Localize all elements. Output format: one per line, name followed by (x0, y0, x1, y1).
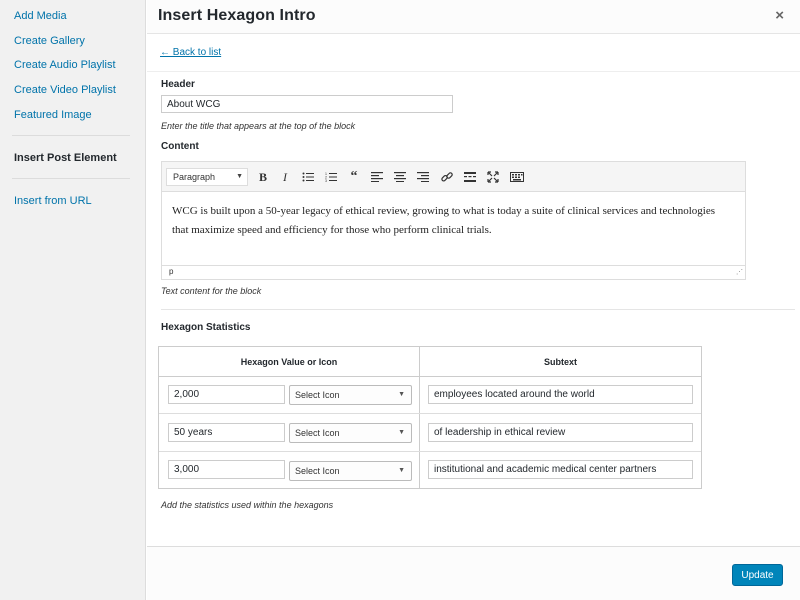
icon-select[interactable]: Select Icon ▼ (289, 423, 412, 443)
align-center-icon[interactable] (391, 168, 409, 186)
element-path[interactable]: p (169, 267, 173, 276)
header-hint: Enter the title that appears at the top … (161, 121, 356, 131)
chevron-down-icon: ▼ (398, 429, 405, 436)
modal-footer (147, 547, 800, 600)
section-divider (161, 309, 795, 310)
sidebar-item-featured-image[interactable]: Featured Image (14, 109, 92, 121)
icon-select-value: Select Icon (295, 428, 340, 438)
bold-icon[interactable]: B (254, 168, 272, 186)
hexagon-value-input[interactable]: 3,000 (168, 460, 285, 479)
resize-handle-icon[interactable]: ⋰ (736, 268, 743, 276)
sidebar-separator (12, 135, 130, 136)
sidebar-item-add-media[interactable]: Add Media (14, 10, 67, 22)
modal-header: Insert Hexagon Intro × (147, 0, 800, 34)
media-sidebar: Add Media Create Gallery Create Audio Pl… (0, 0, 146, 600)
header-input[interactable]: About WCG (161, 95, 453, 113)
editor-content[interactable]: WCG is built upon a 50-year legacy of et… (172, 202, 732, 240)
column-divider (419, 347, 420, 488)
divider (147, 71, 800, 72)
fullscreen-icon[interactable] (484, 168, 502, 186)
format-select-value: Paragraph (173, 172, 216, 182)
subtext-input[interactable]: of leadership in ethical review (428, 423, 693, 442)
subtext-input[interactable]: employees located around the world (428, 385, 693, 404)
icon-select-value: Select Icon (295, 390, 340, 400)
sidebar-item-create-video-playlist[interactable]: Create Video Playlist (14, 84, 116, 96)
bulleted-list-icon[interactable] (299, 168, 317, 186)
sidebar-item-insert-from-url[interactable]: Insert from URL (14, 195, 92, 207)
sidebar-separator (12, 178, 130, 179)
read-more-icon[interactable] (461, 168, 479, 186)
hexagon-value-input[interactable]: 50 years (168, 423, 285, 442)
column-header-value: Hexagon Value or Icon (240, 356, 338, 367)
subtext-input[interactable]: institutional and academic medical cente… (428, 460, 693, 479)
numbered-list-icon[interactable]: 123 (322, 168, 340, 186)
back-to-list-link[interactable]: ← Back to list (160, 47, 221, 58)
chevron-down-icon: ▼ (398, 391, 405, 398)
sidebar-item-create-audio-playlist[interactable]: Create Audio Playlist (14, 59, 116, 71)
editor-status-bar: p ⋰ (162, 265, 745, 279)
update-button[interactable]: Update (732, 564, 783, 586)
sidebar-item-create-gallery[interactable]: Create Gallery (14, 35, 85, 47)
format-select[interactable]: Paragraph ▼ (166, 168, 248, 186)
header-label: Header (161, 79, 195, 90)
statistics-hint: Add the statistics used within the hexag… (161, 500, 334, 510)
link-icon[interactable] (438, 168, 456, 186)
hexagon-value-input[interactable]: 2,000 (168, 385, 285, 404)
icon-select[interactable]: Select Icon ▼ (289, 461, 412, 481)
icon-select-value: Select Icon (295, 466, 340, 476)
header-divider (159, 376, 701, 377)
editor-toolbar: Paragraph ▼ B I 123 “ (162, 162, 745, 192)
content-label: Content (161, 141, 199, 152)
italic-icon[interactable]: I (276, 168, 294, 186)
row-divider (159, 451, 701, 452)
hexagon-statistics-label: Hexagon Statistics (161, 322, 251, 333)
content-editor: Paragraph ▼ B I 123 “ WCG is built upon … (161, 161, 746, 280)
svg-text:3: 3 (325, 179, 327, 182)
chevron-down-icon: ▼ (398, 467, 405, 474)
hexagon-statistics-table: Hexagon Value or Icon Subtext 2,000 Sele… (158, 346, 702, 489)
column-header-subtext: Subtext (543, 356, 577, 367)
row-divider (159, 413, 701, 414)
content-hint: Text content for the block (161, 286, 262, 296)
chevron-down-icon: ▼ (236, 173, 243, 180)
align-right-icon[interactable] (414, 168, 432, 186)
blockquote-icon[interactable]: “ (345, 168, 363, 186)
close-icon[interactable]: × (775, 7, 784, 24)
modal-title: Insert Hexagon Intro (158, 7, 316, 24)
sidebar-item-insert-post-element[interactable]: Insert Post Element (14, 152, 117, 164)
align-left-icon[interactable] (368, 168, 386, 186)
toolbar-toggle-icon[interactable] (508, 168, 526, 186)
icon-select[interactable]: Select Icon ▼ (289, 385, 412, 405)
